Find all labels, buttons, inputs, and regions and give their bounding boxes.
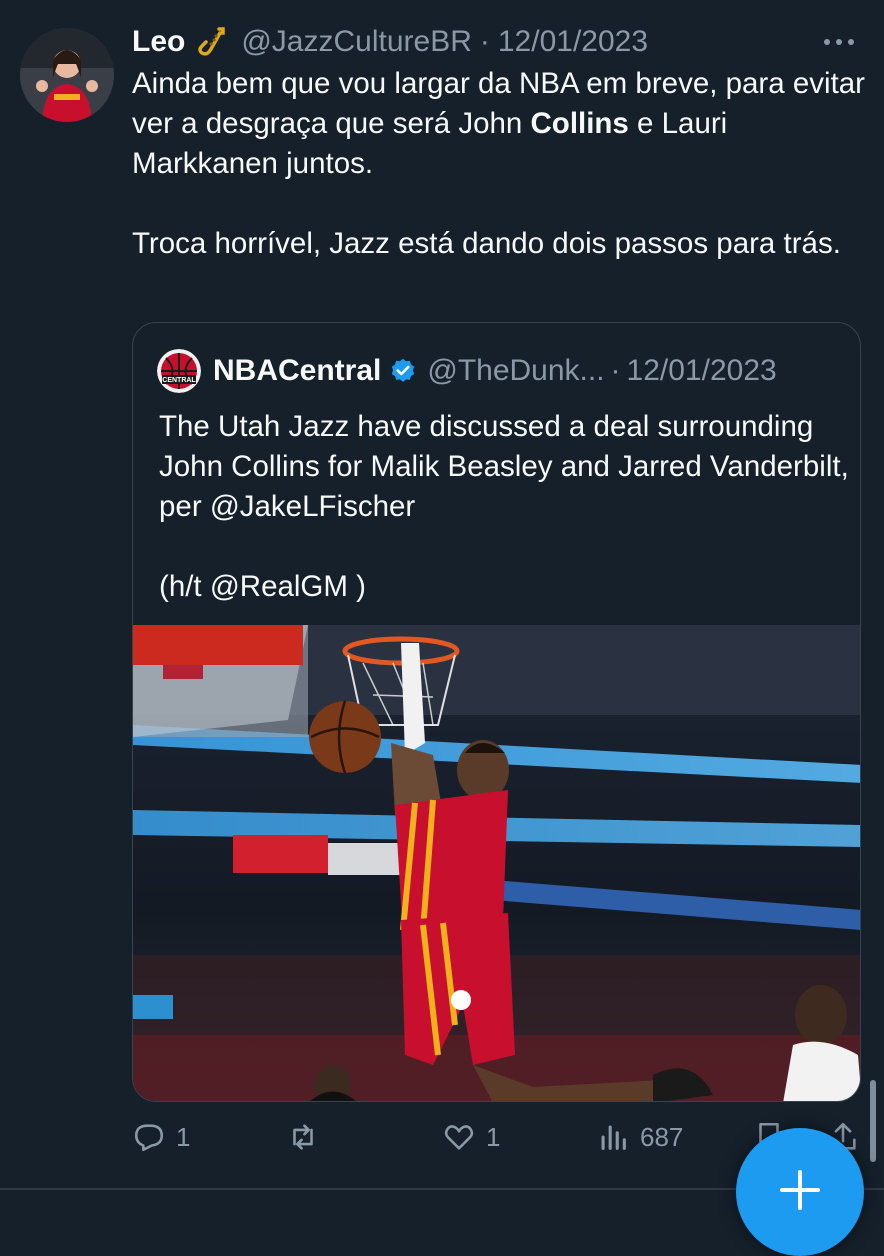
quoted-author-name[interactable]: NBACentral — [213, 354, 381, 388]
quoted-avatar[interactable]: CENTRAL — [157, 349, 201, 393]
dunk-photo[interactable] — [133, 625, 860, 1101]
quoted-paragraph-2: (h/t @RealGM ) — [159, 570, 366, 603]
header-separator: · — [479, 25, 490, 58]
heart-icon — [444, 1125, 474, 1150]
tweet-date[interactable]: 12/01/2023 — [498, 25, 648, 59]
tweet-paragraph-2: Troca horrível, Jazz está dando dois pas… — [132, 227, 841, 260]
saxophone-icon — [195, 25, 229, 59]
tweet-paragraph-1: Ainda bem que vou largar da NBA em breve… — [132, 64, 867, 184]
author-name[interactable]: Leo — [132, 25, 185, 59]
like-count: 1 — [486, 1121, 501, 1152]
compose-button[interactable] — [736, 1128, 864, 1256]
tweet-header: Leo @JazzCultureBR · 12/01/2023 — [132, 22, 648, 62]
views-button[interactable]: 687 — [596, 1120, 683, 1154]
quoted-header: CENTRAL NBACentral @TheDunk... · 12/01/2… — [157, 349, 777, 393]
quoted-paragraph-1: The Utah Jazz have discussed a deal surr… — [159, 410, 849, 523]
quoted-date[interactable]: 12/01/2023 — [627, 354, 777, 388]
views-count: 687 — [640, 1121, 684, 1152]
logo-text: CENTRAL — [162, 377, 196, 384]
reply-count: 1 — [176, 1121, 191, 1152]
tweet[interactable]: Leo @JazzCultureBR · 12/01/2023 Ainda be… — [0, 0, 884, 1256]
tweet-text-part: Ainda bem que vou largar da NBA em breve… — [132, 67, 865, 140]
author-handle[interactable]: @JazzCultureBR — [241, 25, 472, 59]
avatar[interactable] — [20, 28, 114, 122]
retweet-button[interactable] — [286, 1120, 330, 1154]
tweet-text-bold: Collins — [530, 107, 629, 140]
scrollbar[interactable] — [870, 1080, 876, 1162]
views-icon — [601, 1125, 626, 1150]
tweet-text: Ainda bem que vou largar da NBA em breve… — [132, 64, 867, 264]
quoted-separator: · — [610, 354, 621, 387]
reply-button[interactable]: 1 — [132, 1120, 190, 1154]
verified-badge-icon — [392, 358, 415, 382]
retweet-icon — [293, 1124, 313, 1150]
quoted-text: The Utah Jazz have discussed a deal surr… — [159, 407, 849, 607]
reply-icon — [134, 1124, 164, 1152]
quoted-handle[interactable]: @TheDunk... — [427, 354, 604, 388]
like-button[interactable]: 1 — [442, 1120, 500, 1154]
plus-icon — [780, 1170, 820, 1210]
quoted-tweet[interactable]: CENTRAL NBACentral @TheDunk... · 12/01/2… — [132, 322, 861, 1102]
more-options-icon[interactable] — [824, 32, 858, 52]
